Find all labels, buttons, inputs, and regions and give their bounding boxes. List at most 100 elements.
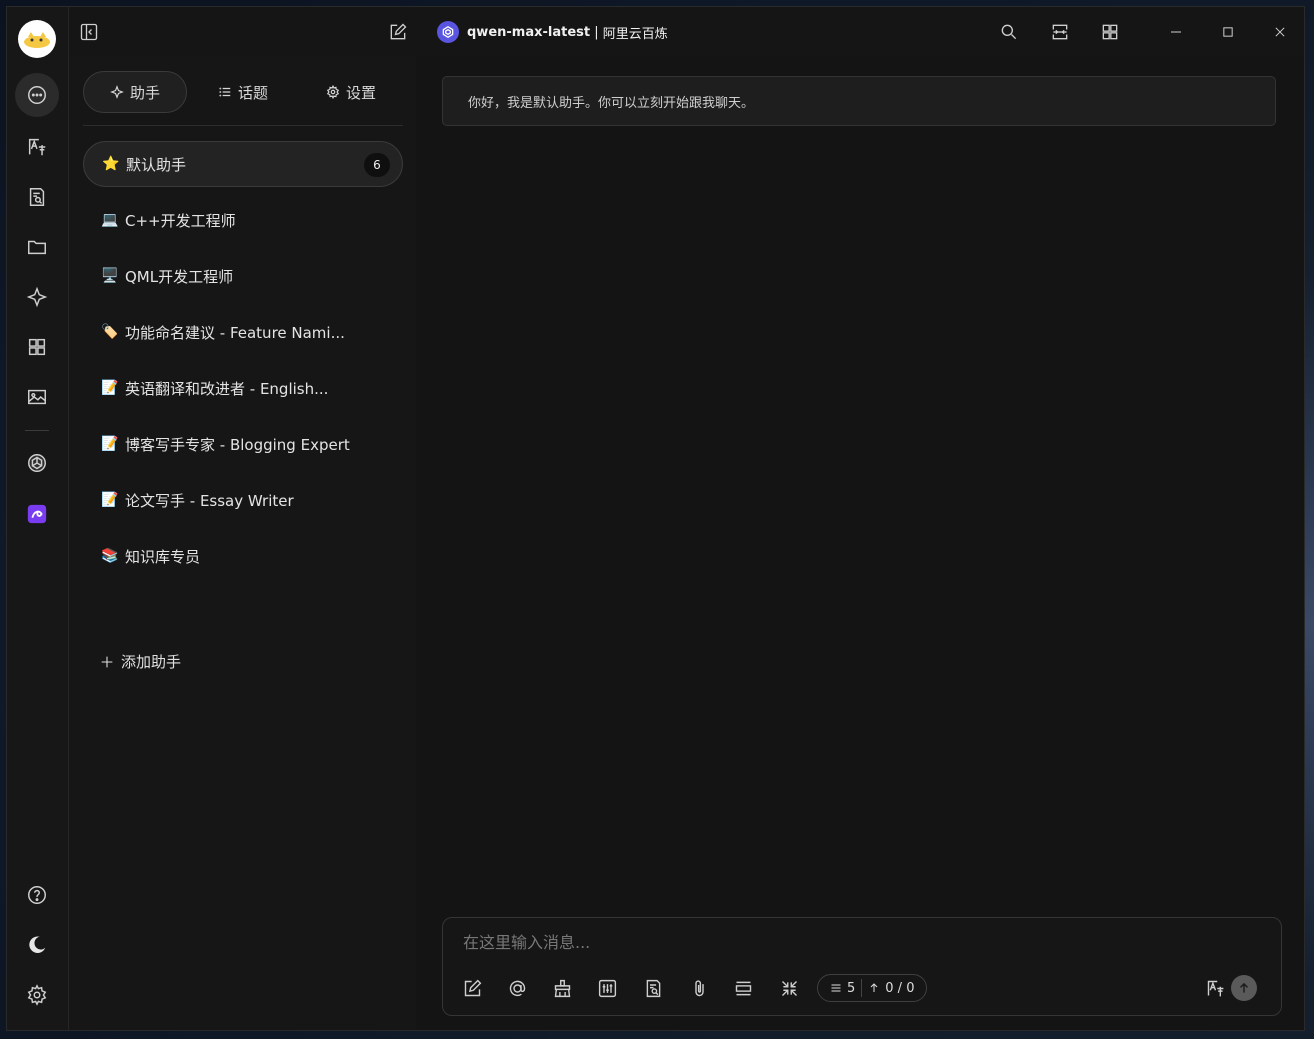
format-tool[interactable]: [729, 974, 757, 1002]
rail-miniapp-button[interactable]: [15, 494, 59, 534]
assistant-item-feature-naming[interactable]: 🏷️ 功能命名建议 - Feature Nami...: [83, 309, 403, 355]
assistant-item-cpp[interactable]: 💻 C++开发工程师: [83, 197, 403, 243]
settings-tool[interactable]: [593, 974, 621, 1002]
rail-help-button[interactable]: [15, 875, 59, 915]
translate-tool[interactable]: [1201, 974, 1229, 1002]
folder-icon: [28, 240, 46, 255]
topic-count-badge: 6: [364, 153, 390, 177]
model-separator: |: [590, 24, 603, 40]
assistant-item-qml[interactable]: 🖥️ QML开发工程师: [83, 253, 403, 299]
document-search-icon: [29, 188, 45, 206]
image-icon: [28, 389, 46, 405]
broom-icon: [554, 979, 570, 997]
panel-tabs: 助手 话题 设置: [83, 71, 403, 113]
minimize-button[interactable]: [1164, 20, 1188, 44]
mention-model-tool[interactable]: [503, 974, 531, 1002]
assistant-name: 论文写手 - Essay Writer: [125, 491, 294, 510]
greeting-message: 你好，我是默认助手。你可以立刻开始跟我聊天。: [442, 76, 1276, 126]
sliders-icon: [598, 979, 616, 997]
help-icon: [28, 886, 46, 904]
moon-icon: [29, 936, 46, 953]
assistant-list: ⭐ 默认助手 6 💻 C++开发工程师 🖥️ QML开发工程师 🏷️ 功能命名建…: [83, 141, 403, 589]
toggle-sidebar-button[interactable]: [77, 20, 101, 44]
sparkle-icon: [110, 85, 124, 99]
assistant-item-english[interactable]: 📝 英语翻译和改进者 - English...: [83, 365, 403, 411]
tab-settings[interactable]: 设置: [301, 71, 401, 113]
desktop-icon: 🖥️: [101, 268, 119, 284]
attachment-tool[interactable]: [685, 974, 713, 1002]
rail-openai-button[interactable]: [15, 443, 59, 483]
chat-area: 你好，我是默认助手。你可以立刻开始跟我聊天。 在这里输入消息... 5 0 / …: [416, 57, 1304, 1030]
edit-icon: [464, 979, 481, 996]
layout-button[interactable]: [1048, 20, 1072, 44]
edit-icon: [390, 23, 407, 40]
memo-icon: 📝: [101, 380, 119, 396]
rail-apps-button[interactable]: [15, 327, 59, 367]
rail-knowledge-button[interactable]: [15, 177, 59, 217]
assistant-name: 功能命名建议 - Feature Nami...: [125, 323, 345, 342]
model-selector[interactable]: qwen-max-latest | 阿里云百炼: [437, 21, 668, 43]
tab-label: 助手: [129, 83, 160, 102]
title-bar: qwen-max-latest | 阿里云百炼: [69, 7, 1304, 58]
assistant-item-blogging[interactable]: 📝 博客写手专家 - Blogging Expert: [83, 421, 403, 467]
maximize-button[interactable]: [1216, 20, 1240, 44]
tag-icon: 🏷️: [101, 324, 119, 340]
assistant-name: 博客写手专家 - Blogging Expert: [125, 435, 350, 454]
at-icon: [509, 980, 525, 996]
add-assistant-button[interactable]: 添加助手: [99, 651, 181, 672]
new-topic-tool[interactable]: [458, 974, 486, 1002]
assistants-panel: 助手 话题 设置 ⭐ 默认助手 6 💻 C++开发工程师 🖥️ QML开发工程师…: [69, 57, 417, 1030]
message-input[interactable]: [461, 932, 1245, 953]
assistant-name: 默认助手: [126, 155, 187, 174]
star-icon: ⭐: [102, 156, 120, 172]
rail-files-button[interactable]: [15, 227, 59, 267]
minimize-icon: [1171, 31, 1181, 33]
paperclip-icon: [694, 979, 704, 996]
rail-images-button[interactable]: [15, 377, 59, 417]
rail-agents-button[interactable]: [15, 277, 59, 317]
assistant-item-knowledge[interactable]: 📚 知识库专员: [83, 533, 403, 579]
expand-tool[interactable]: [775, 974, 803, 1002]
knowledge-base-tool[interactable]: [639, 974, 667, 1002]
gear-icon: [326, 85, 340, 99]
tab-label: 话题: [237, 83, 268, 102]
search-button[interactable]: [997, 20, 1021, 44]
collapse-icon: [781, 980, 797, 996]
rail-translate-button[interactable]: [15, 127, 59, 167]
counter-divider: [861, 979, 863, 997]
context-count: 5: [818, 981, 855, 996]
navigation-rail: [7, 7, 69, 1030]
grid-icon: [28, 338, 46, 356]
rail-chat-button[interactable]: [15, 73, 59, 117]
clear-context-tool[interactable]: [548, 974, 576, 1002]
assistant-item-default[interactable]: ⭐ 默认助手 6: [83, 141, 403, 187]
gear-icon: [27, 984, 47, 1006]
add-assistant-label: 添加助手: [121, 653, 182, 671]
apps-button[interactable]: [1098, 20, 1122, 44]
tab-topics[interactable]: 话题: [195, 71, 291, 113]
grid-icon: [1102, 24, 1118, 40]
close-button[interactable]: [1268, 20, 1292, 44]
tab-assistants[interactable]: 助手: [83, 71, 187, 113]
assistant-name: 英语翻译和改进者 - English...: [125, 379, 329, 398]
rail-theme-button[interactable]: [15, 925, 59, 965]
assistant-name: C++开发工程师: [125, 211, 236, 230]
assistant-name: QML开发工程师: [125, 267, 234, 286]
openai-icon: [28, 454, 46, 472]
memo-icon: 📝: [101, 436, 119, 452]
memo-icon: 📝: [101, 492, 119, 508]
tabs-divider: [83, 125, 403, 126]
document-search-icon: [646, 979, 660, 997]
arrow-up-icon: [1240, 982, 1248, 993]
rail-settings-button[interactable]: [15, 975, 59, 1015]
sparkle-icon: [26, 286, 48, 308]
assistant-item-essay[interactable]: 📝 论文写手 - Essay Writer: [83, 477, 403, 523]
token-counter[interactable]: 5 0 / 0: [817, 974, 927, 1002]
model-provider: 阿里云百炼: [602, 26, 668, 42]
greeting-text: 你好，我是默认助手。你可以立刻开始跟我聊天。: [468, 95, 755, 111]
sidebar-toggle-icon: [80, 23, 98, 41]
send-button[interactable]: [1231, 975, 1257, 1001]
new-topic-button[interactable]: [386, 20, 410, 44]
list-icon: [219, 87, 231, 97]
avatar[interactable]: [18, 20, 56, 58]
